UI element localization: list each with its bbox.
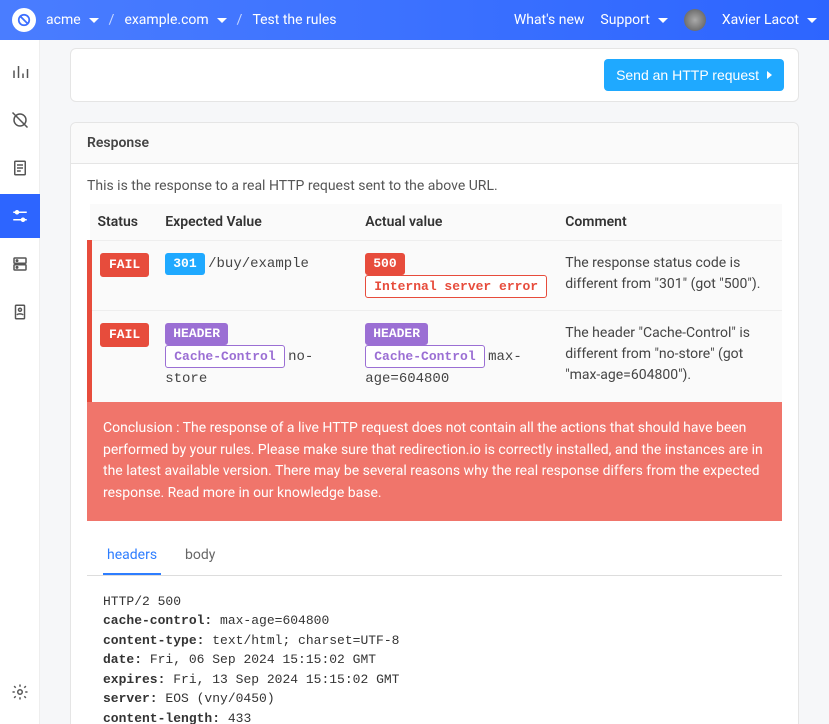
breadcrumb-org[interactable]: acme [46,12,99,28]
header-key: server: [103,691,158,706]
chevron-down-icon [89,18,99,23]
user-menu[interactable]: Xavier Lacot [722,12,817,28]
row-comment: The response status code is different fr… [557,241,782,311]
sidebar-item-sliders[interactable] [0,194,40,238]
header-key: date: [103,652,142,667]
header-line: expires: Fri, 13 Sep 2024 15:15:02 GMT [103,670,766,690]
breadcrumb: acme / example.com / Test the rules [46,12,514,28]
sidebar-item-target[interactable] [0,98,40,142]
chevron-down-icon [217,18,227,23]
app-logo[interactable] [12,8,36,32]
breadcrumb-org-label: acme [46,12,81,28]
breadcrumb-domain-label: example.com [124,12,208,28]
header-line: content-type: text/html; charset=UTF-8 [103,631,766,651]
headers-output: HTTP/2 500 cache-control: max-age=604800… [87,576,782,724]
main-content: Send an HTTP request Response This is th… [40,40,829,724]
topbar-right: What's new Support Xavier Lacot [514,9,817,31]
header-value: EOS (vny/0450) [165,691,274,706]
th-actual: Actual value [357,204,557,241]
header-value: Fri, 06 Sep 2024 15:15:02 GMT [150,652,376,667]
header-value: 433 [228,711,251,724]
support-menu[interactable]: Support [600,12,667,28]
breadcrumb-separator: / [105,12,119,28]
chevron-right-icon [767,71,772,79]
table-row: FAIL 301 /buy/example 500 Internal serve… [90,241,783,311]
whats-new-link[interactable]: What's new [514,12,585,28]
user-name: Xavier Lacot [722,12,799,28]
status-badge: FAIL [100,253,149,277]
avatar[interactable] [684,9,706,31]
chevron-down-icon [658,18,668,23]
table-row: FAIL HEADER Cache-Control no-store HEADE… [90,311,783,403]
breadcrumb-page[interactable]: Test the rules [252,12,336,28]
sidebar-item-server[interactable] [0,242,40,286]
support-label: Support [600,12,649,28]
header-key: expires: [103,672,165,687]
http-status-line: HTTP/2 500 [103,592,766,612]
status-badge: FAIL [100,323,149,347]
expected-code-badge: 301 [165,253,204,275]
actual-error-badge: Internal server error [365,275,547,299]
sidebar-item-settings[interactable] [0,670,40,714]
results-table: Status Expected Value Actual value Comme… [87,204,782,402]
header-badge: HEADER [365,323,428,345]
sidebar-item-document[interactable] [0,146,40,190]
expected-path: /buy/example [208,256,309,272]
breadcrumb-page-label: Test the rules [252,12,336,28]
conclusion-banner: Conclusion : The response of a live HTTP… [87,402,782,521]
top-bar: acme / example.com / Test the rules What… [0,0,829,40]
actual-code-badge: 500 [365,253,404,275]
header-value: Fri, 13 Sep 2024 15:15:02 GMT [173,672,399,687]
header-badge: HEADER [165,323,228,345]
response-card-title: Response [71,123,798,164]
chevron-down-icon [807,18,817,23]
send-request-label: Send an HTTP request [616,67,759,83]
header-line: server: EOS (vny/0450) [103,689,766,709]
header-key: cache-control: [103,613,212,628]
sidebar [0,40,40,724]
header-value: max-age=604800 [220,613,329,628]
sidebar-item-analytics[interactable] [0,50,40,94]
header-name-badge: Cache-Control [165,345,284,369]
response-tabs: headers body [87,537,782,576]
sidebar-item-badge[interactable] [0,290,40,334]
header-line: cache-control: max-age=604800 [103,611,766,631]
header-name-badge: Cache-Control [365,345,484,369]
row-comment: The header "Cache-Control" is different … [557,311,782,403]
header-value: text/html; charset=UTF-8 [212,633,399,648]
action-card: Send an HTTP request [70,48,799,102]
th-expected: Expected Value [157,204,357,241]
th-status: Status [90,204,158,241]
header-line: date: Fri, 06 Sep 2024 15:15:02 GMT [103,650,766,670]
response-card: Response This is the response to a real … [70,122,799,724]
response-intro: This is the response to a real HTTP requ… [87,178,782,194]
th-comment: Comment [557,204,782,241]
breadcrumb-domain[interactable]: example.com [124,12,226,28]
send-request-button[interactable]: Send an HTTP request [604,59,784,91]
tab-headers[interactable]: headers [103,537,161,575]
header-key: content-type: [103,633,204,648]
breadcrumb-separator: / [233,12,247,28]
header-key: content-length: [103,711,220,724]
tab-body[interactable]: body [181,537,219,575]
header-line: content-length: 433 [103,709,766,724]
